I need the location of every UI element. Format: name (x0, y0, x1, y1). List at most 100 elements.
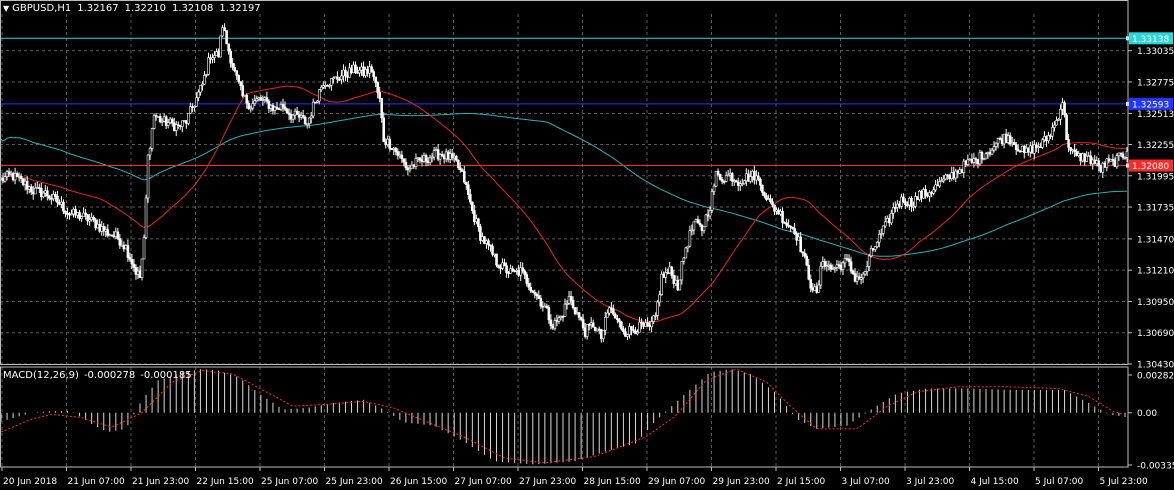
candle-body (289, 114, 293, 120)
close-value: 1.32197 (219, 3, 261, 14)
candle-body (535, 293, 539, 296)
candle-body (1004, 133, 1008, 143)
candle-body (46, 190, 49, 197)
candle-body (317, 89, 321, 102)
candle-body (442, 155, 446, 160)
candle-body (662, 273, 666, 278)
candle-body (467, 184, 470, 195)
candle-body (950, 172, 954, 179)
candle-body (819, 266, 823, 286)
candle-body (579, 317, 583, 320)
candle-body (845, 258, 849, 260)
candle-body (136, 270, 140, 275)
chart-canvas: 1.33138 1.32593 1.32080 1.33035 1.32775 1.32… (0, 0, 1174, 490)
candle-body (976, 159, 980, 165)
candle-body (261, 99, 265, 101)
candle-body (205, 74, 208, 76)
candle-body (755, 175, 758, 181)
candle-body (132, 263, 136, 268)
macd-main-value: -0.000278 (83, 370, 136, 381)
time-tick-label: 29 Jun 07:00 (648, 477, 705, 487)
candle-body (448, 153, 452, 160)
candle-body (436, 149, 440, 160)
candle-body (1103, 162, 1107, 168)
time-tick-label: 5 Jul 23:00 (1100, 477, 1149, 487)
candle-body (211, 57, 214, 60)
candle-body (926, 194, 929, 197)
candle-body (1097, 160, 1101, 167)
candle-body (688, 230, 692, 247)
candle-body (311, 101, 315, 117)
candle-body (144, 197, 148, 238)
time-tick-label: 27 Jun 07:00 (455, 477, 512, 487)
candle-body (185, 120, 188, 124)
candle-body (924, 189, 927, 196)
candle-body (910, 198, 913, 207)
candle-body (577, 312, 581, 318)
candle-body (1093, 159, 1097, 165)
candle-body (255, 98, 259, 102)
candle-body (128, 257, 132, 260)
candle-body (954, 170, 958, 179)
candle-body (871, 248, 875, 250)
macd-header: MACD(12,26,9) -0.000278 -0.000185 (3, 370, 192, 381)
candle-body (1123, 157, 1127, 159)
candle-body (698, 222, 702, 226)
candle-body (656, 301, 659, 316)
candle-body (793, 228, 796, 235)
candle-body (1079, 153, 1082, 162)
candle-body (239, 81, 243, 86)
candle-body (956, 170, 960, 174)
candle-body (738, 183, 742, 186)
candle-body (932, 189, 935, 194)
candle-body (86, 214, 89, 222)
candle-body (370, 66, 373, 72)
candle-body (690, 229, 694, 232)
candle-body (555, 320, 559, 322)
candle-body (324, 85, 327, 87)
candle-body (608, 307, 611, 314)
collapse-triangle-icon[interactable]: ▼ (3, 4, 9, 13)
candle-body (946, 174, 950, 177)
candle-body (537, 295, 541, 299)
candle-body (168, 118, 172, 123)
candle-body (366, 69, 369, 74)
candle-body (507, 272, 510, 274)
candle-body (68, 213, 71, 216)
candle-body (283, 106, 287, 110)
candle-body (587, 324, 591, 326)
candle-body (606, 312, 609, 318)
candle-body (263, 97, 267, 100)
candle-body (499, 267, 502, 269)
candle-body (648, 325, 651, 328)
candle-body (56, 195, 59, 203)
candle-body (942, 178, 945, 182)
candle-body (994, 142, 998, 147)
candle-body (1101, 162, 1105, 173)
candle-body (360, 66, 363, 71)
candle-body (958, 169, 962, 174)
candle-body (682, 257, 686, 262)
candle-body (517, 270, 520, 276)
chart-header: ▼ GBPUSD,H1 1.32167 1.32210 1.32108 1.32197 (3, 3, 261, 14)
candle-body (978, 152, 982, 165)
candle-body (31, 191, 35, 195)
candle-body (438, 154, 442, 160)
candle-body (867, 255, 871, 267)
candle-body (1105, 158, 1109, 168)
candle-body (634, 330, 637, 335)
candle-body (601, 330, 605, 339)
candle-body (390, 148, 394, 150)
candle-body (922, 189, 925, 199)
candle-body (716, 170, 720, 175)
candle-body (857, 276, 861, 280)
candle-body (424, 155, 428, 162)
candle-body (1099, 165, 1103, 173)
candle-body (398, 154, 402, 157)
candle-body (616, 317, 619, 321)
time-tick-label: 25 Jun 07:00 (261, 477, 318, 487)
candle-body (277, 108, 281, 111)
candle-body (150, 128, 154, 149)
candle-body (104, 229, 108, 232)
candle-body (1063, 102, 1066, 116)
